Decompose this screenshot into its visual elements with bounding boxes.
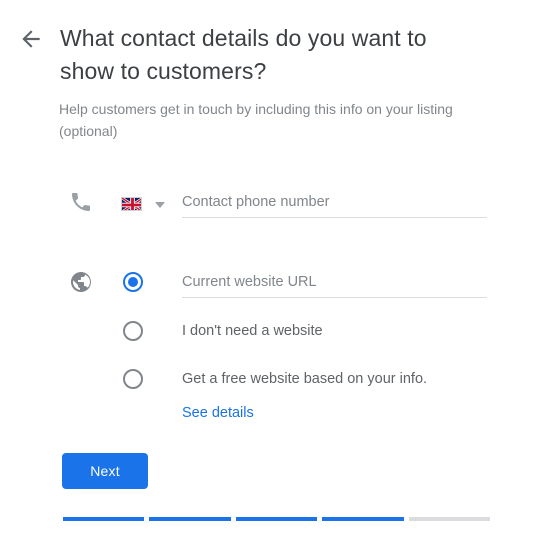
progress-segment-1 <box>63 517 145 521</box>
radio-no-website[interactable] <box>123 321 143 341</box>
globe-icon <box>69 270 93 294</box>
progress-segment-3 <box>235 517 318 521</box>
back-button[interactable] <box>18 26 44 52</box>
radio-free-website[interactable] <box>123 369 143 389</box>
page-subtitle: Help customers get in touch by including… <box>59 101 453 139</box>
website-url-row <box>0 268 537 302</box>
country-flag-uk[interactable] <box>121 197 142 211</box>
radio-label-no-website: I don't need a website <box>182 323 323 339</box>
arrow-left-icon <box>22 30 40 48</box>
page-title: What contact details do you want to show… <box>60 25 427 84</box>
see-details-link[interactable]: See details <box>182 403 254 423</box>
radio-option-no-website[interactable]: I don't need a website <box>0 320 537 344</box>
progress-bar <box>63 517 491 521</box>
phone-row <box>0 188 537 224</box>
progress-segment-2 <box>149 517 231 521</box>
progress-segment-5 <box>408 517 491 521</box>
contact-details-screen: What contact details do you want to show… <box>0 0 537 556</box>
radio-current-website-url[interactable] <box>123 272 143 292</box>
next-button[interactable]: Next <box>62 453 148 489</box>
radio-option-free-website[interactable]: Get a free website based on your info. <box>0 368 537 392</box>
phone-icon <box>69 190 93 214</box>
contact-phone-input[interactable] <box>182 194 487 218</box>
progress-segment-4 <box>322 517 404 521</box>
chevron-down-icon[interactable] <box>155 202 165 208</box>
current-website-url-input[interactable] <box>182 274 487 298</box>
radio-label-free-website: Get a free website based on your info. <box>182 371 428 387</box>
